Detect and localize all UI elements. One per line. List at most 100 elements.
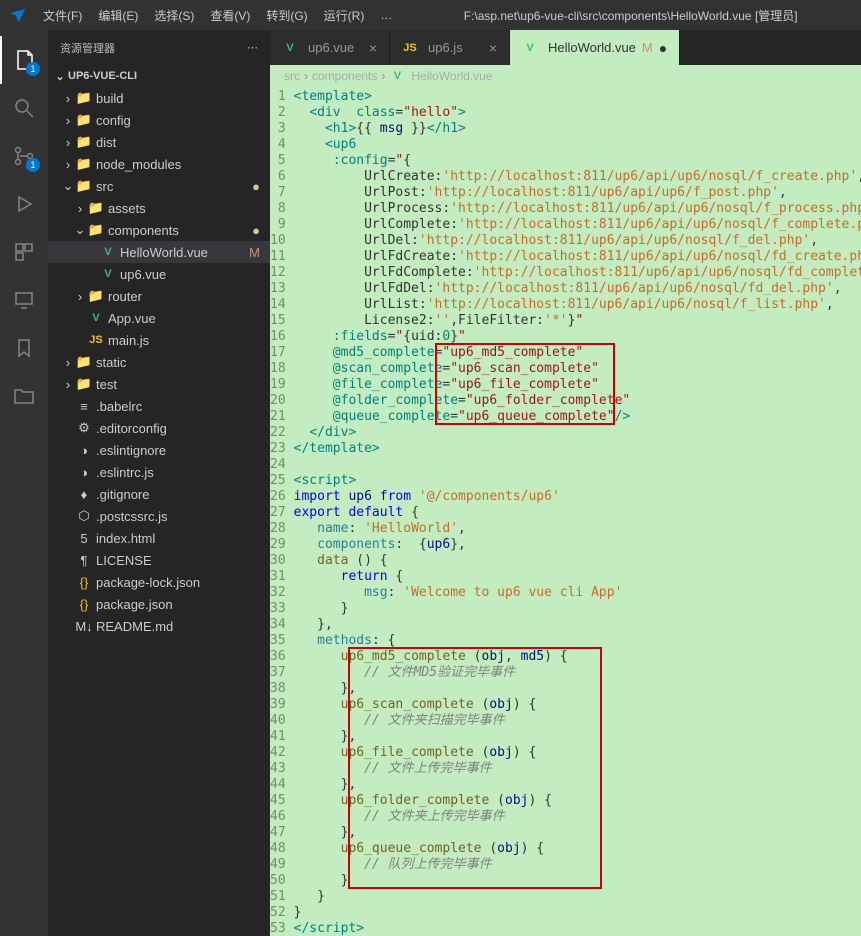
tab-bar: Vup6.vue×JSup6.js×VHelloWorld.vue M● [270,30,861,65]
chevron-icon: › [60,91,76,106]
tree-item-label: components [108,223,179,238]
file-type-icon: ♦ [76,486,92,502]
search-icon[interactable] [0,84,48,132]
file-type-icon: {} [76,574,92,590]
chevron-icon: › [60,135,76,150]
tree-file[interactable]: ♦ .gitignore [48,483,270,505]
sidebar: 资源管理器 ⋯ ⌄ UP6-VUE-CLI ›📁build›📁config›📁d… [48,30,270,936]
close-icon[interactable]: × [489,40,497,56]
menu-select[interactable]: 选择(S) [146,7,202,24]
menu-goto[interactable]: 转到(G) [258,7,315,24]
tree-folder[interactable]: ›📁static [48,351,270,373]
file-type-icon: 📁 [88,222,104,238]
sidebar-title: 资源管理器 ⋯ [48,30,270,65]
bookmark-icon[interactable] [0,324,48,372]
editor-tab[interactable]: VHelloWorld.vue M● [510,30,680,65]
tree-file[interactable]: ⚙.editorconfig [48,417,270,439]
breadcrumb[interactable]: src › components › V HelloWorld.vue [270,65,861,87]
explorer-header[interactable]: ⌄ UP6-VUE-CLI [48,65,270,87]
chevron-right-icon: › [379,69,387,83]
file-type-icon: V [522,40,538,56]
tree-folder[interactable]: ›📁build [48,87,270,109]
debug-icon[interactable] [0,180,48,228]
tree-item-label: assets [108,201,146,216]
tree-file[interactable]: VApp.vue [48,307,270,329]
file-type-icon: {} [76,596,92,612]
tree-file[interactable]: {}package-lock.json [48,571,270,593]
tree-file[interactable]: ≡.babelrc [48,395,270,417]
file-type-icon: 📁 [76,90,92,106]
file-type-icon: ¶ [76,552,92,568]
code-lines[interactable]: <template> <div class="hello"> <h1>{{ ms… [294,87,861,936]
file-type-icon: M↓ [76,618,92,634]
tree-item-label: static [96,355,126,370]
file-type-icon: 5 [76,530,92,546]
folder-icon[interactable] [0,372,48,420]
highlight-box [435,343,615,425]
breadcrumb-item[interactable]: src [284,69,300,83]
explorer-icon[interactable]: 1 [0,36,48,84]
breadcrumb-item[interactable]: HelloWorld.vue [411,69,492,83]
file-tree: ›📁build›📁config›📁dist›📁node_modules⌄📁src… [48,87,270,936]
tree-file[interactable]: Vup6.vue [48,263,270,285]
tree-file[interactable]: ⬡.postcssrc.js [48,505,270,527]
project-name: UP6-VUE-CLI [68,70,137,82]
tree-file[interactable]: ◑.eslintignore [48,439,270,461]
file-type-icon: JS [88,332,104,348]
close-icon[interactable]: ● [659,40,667,56]
tree-folder[interactable]: ›📁node_modules [48,153,270,175]
menu-file[interactable]: 文件(F) [35,7,90,24]
window-title: F:\asp.net\up6-vue-cli\src\components\He… [400,7,861,24]
tree-file[interactable]: VHelloWorld.vueM [48,241,270,263]
tree-file[interactable]: 5index.html [48,527,270,549]
tree-folder[interactable]: ›📁router [48,285,270,307]
menu-run[interactable]: 运行(R) [316,7,373,24]
editor-tab[interactable]: Vup6.vue × [270,30,390,65]
tree-file[interactable]: {}package.json [48,593,270,615]
highlight-box [348,647,602,889]
menu-more[interactable]: … [372,8,400,22]
tree-file[interactable]: M↓README.md [48,615,270,637]
tree-file[interactable]: JS main.js [48,329,270,351]
tree-folder[interactable]: ⌄📁components● [48,219,270,241]
extensions-icon[interactable] [0,228,48,276]
code-editor[interactable]: 1 2 3 4 5 6 7 8 9 10 11 12 13 14 15 16 1… [270,87,861,936]
close-icon[interactable]: × [369,40,377,56]
menu-view[interactable]: 查看(V) [202,7,258,24]
chevron-icon: › [72,201,88,216]
chevron-icon: ⌄ [72,222,88,238]
titlebar: 文件(F) 编辑(E) 选择(S) 查看(V) 转到(G) 运行(R) … F:… [0,0,861,30]
file-type-icon: V [282,40,298,56]
chevron-icon: › [60,113,76,128]
editor-tab[interactable]: JSup6.js× [390,30,510,65]
tree-item-label: .gitignore [96,487,149,502]
tree-item-label: main.js [108,333,149,348]
tree-item-label: config [96,113,131,128]
tree-folder[interactable]: ›📁test [48,373,270,395]
sidebar-more-icon[interactable]: ⋯ [247,41,258,54]
tree-folder[interactable]: ›📁config [48,109,270,131]
tree-item-label: .babelrc [96,399,142,414]
tree-item-label: router [108,289,142,304]
breadcrumb-item[interactable]: components [312,69,377,83]
tree-folder[interactable]: ›📁assets [48,197,270,219]
tree-item-label: src [96,179,113,194]
file-type-icon: 📁 [76,156,92,172]
remote-icon[interactable] [0,276,48,324]
tree-file[interactable]: ¶ LICENSE [48,549,270,571]
tree-folder[interactable]: ›📁dist [48,131,270,153]
main: 1 1 资源管理器 ⋯ ⌄ UP6-VUE-CL [0,30,861,936]
tree-folder[interactable]: ⌄📁src● [48,175,270,197]
chevron-right-icon: › [302,69,310,83]
tree-file[interactable]: ◑.eslintrc.js [48,461,270,483]
file-type-icon: V [100,244,116,260]
menu-edit[interactable]: 编辑(E) [90,7,146,24]
tree-item-label: HelloWorld.vue [120,245,208,260]
tree-item-label: LICENSE [96,553,152,568]
file-type-icon: V [88,310,104,326]
source-control-icon[interactable]: 1 [0,132,48,180]
activity-bar: 1 1 [0,30,48,936]
chevron-icon: ⌄ [60,178,76,194]
tree-item-label: .eslintignore [96,443,166,458]
tab-label: up6.vue [308,40,354,55]
